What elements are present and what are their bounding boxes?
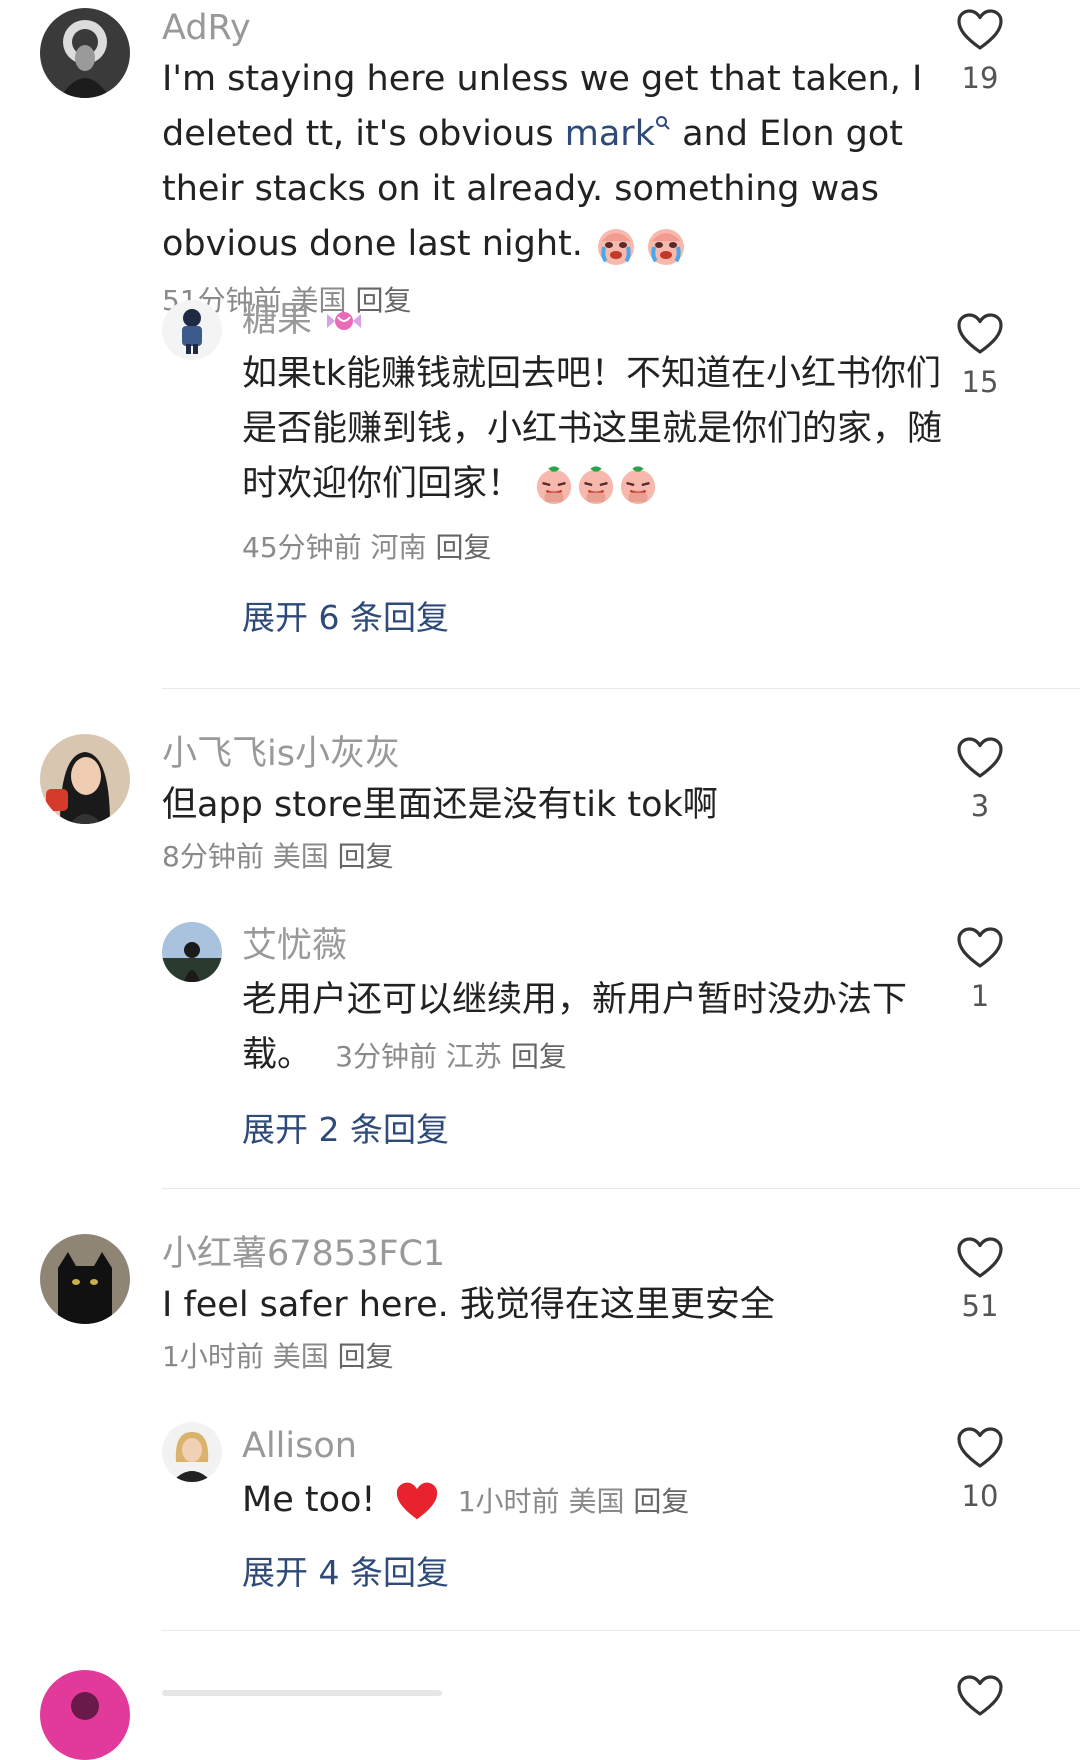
heart-outline-icon	[956, 1236, 1004, 1280]
username[interactable]: AdRy	[162, 6, 942, 50]
like-button[interactable]: 1	[950, 926, 1010, 1014]
pleading-face-emoji	[575, 464, 617, 506]
search-icon	[655, 116, 670, 130]
pleading-face-emoji	[617, 464, 659, 506]
avatar[interactable]	[40, 1670, 130, 1760]
heart-outline-icon	[956, 8, 1004, 52]
expand-replies-button[interactable]: 展开 4 条回复	[242, 1551, 942, 1595]
location: 美国	[272, 1340, 329, 1373]
like-button[interactable]: 19	[950, 8, 1010, 96]
avatar-aiyouwei-image	[162, 922, 222, 982]
like-count: 51	[961, 1289, 999, 1323]
avatar[interactable]	[40, 1234, 130, 1324]
reply-text: Me too! 1小时前 美国 回复	[242, 1473, 942, 1529]
like-count: 15	[961, 365, 999, 399]
divider	[162, 1630, 1080, 1631]
reply-text-part: Me too!	[242, 1480, 376, 1520]
reply-meta: 3分钟前 江苏 回复	[335, 1040, 567, 1073]
expand-replies-button[interactable]: 展开 2 条回复	[242, 1108, 942, 1152]
comment-text: 但app store里面还是没有tik tok啊	[162, 785, 718, 825]
like-count: 1	[970, 979, 990, 1013]
avatar-adry-image	[40, 8, 130, 98]
avatar-partial-image	[40, 1670, 130, 1760]
avatar-xiaofeifei-image	[40, 734, 130, 824]
like-count: 19	[961, 61, 999, 95]
avatar[interactable]	[162, 300, 222, 360]
like-button[interactable]: 51	[950, 1236, 1010, 1324]
comment-meta: 8分钟前 美国 回复	[162, 835, 942, 875]
mention-text: mark	[564, 114, 655, 154]
heart-outline-icon	[956, 1426, 1004, 1470]
heart-outline-icon	[956, 1674, 1004, 1718]
divider	[162, 1188, 1080, 1189]
reply-button[interactable]: 回复	[435, 531, 491, 564]
reply-text: 老用户还可以继续用，新用户暂时没办法下载。 3分钟前 江苏 回复	[242, 973, 942, 1084]
timestamp: 8分钟前	[162, 840, 264, 873]
like-button[interactable]	[950, 1674, 1010, 1718]
reply-button[interactable]: 回复	[338, 1340, 394, 1373]
username[interactable]: 艾忧薇	[242, 924, 942, 968]
location: 美国	[272, 840, 329, 873]
reply-meta: 45分钟前 河南 回复	[242, 526, 942, 566]
location: 江苏	[445, 1040, 502, 1073]
location: 河南	[370, 531, 427, 564]
heart-outline-icon	[956, 736, 1004, 780]
like-count: 10	[961, 1479, 999, 1513]
username[interactable]: 小飞飞is小灰灰	[162, 732, 942, 776]
avatar-cat-image	[40, 1234, 130, 1324]
avatar[interactable]	[162, 922, 222, 982]
avatar-allison-image	[162, 1422, 222, 1482]
crying-face-emoji	[594, 223, 638, 267]
username-placeholder	[162, 1690, 442, 1696]
pleading-face-emoji	[533, 464, 575, 506]
reply-button[interactable]: 回复	[633, 1485, 689, 1518]
avatar[interactable]	[40, 734, 130, 824]
timestamp: 1小时前	[457, 1485, 560, 1518]
like-button[interactable]: 10	[950, 1426, 1010, 1514]
comment-meta: 1小时前 美国 回复	[162, 1335, 942, 1375]
timestamp: 45分钟前	[242, 531, 362, 564]
comment-text: I feel safer here. 我觉得在这里更安全	[162, 1285, 775, 1325]
like-count: 3	[970, 789, 990, 823]
username[interactable]: 小红薯67853FC1	[162, 1232, 942, 1276]
location: 美国	[568, 1485, 625, 1518]
mention-link[interactable]: mark	[565, 114, 671, 154]
red-heart-emoji	[395, 1480, 439, 1522]
avatar-tangguo-image	[162, 300, 222, 360]
username-text: 糖果	[242, 300, 313, 340]
reply-button[interactable]: 回复	[338, 840, 394, 873]
username[interactable]: 糖果	[242, 298, 942, 342]
username[interactable]: Allison	[242, 1424, 942, 1468]
divider	[162, 688, 1080, 689]
avatar[interactable]	[162, 1422, 222, 1482]
reply-meta: 1小时前 美国 回复	[458, 1485, 690, 1518]
reply-button[interactable]: 回复	[511, 1040, 567, 1073]
like-button[interactable]: 15	[950, 312, 1010, 400]
candy-icon	[327, 312, 362, 330]
like-button[interactable]: 3	[950, 736, 1010, 824]
heart-outline-icon	[956, 926, 1004, 970]
heart-outline-icon	[956, 312, 1004, 356]
avatar[interactable]	[40, 8, 130, 98]
reply-text: 如果tk能赚钱就回去吧！不知道在小红书你们是否能赚到钱，小红书这里就是你们的家，…	[242, 347, 942, 512]
expand-replies-button[interactable]: 展开 6 条回复	[242, 596, 942, 640]
crying-face-emoji	[644, 223, 688, 267]
timestamp: 3分钟前	[335, 1040, 437, 1073]
timestamp: 1小时前	[162, 1340, 264, 1373]
comment-text: I'm staying here unless we get that take…	[162, 52, 942, 328]
